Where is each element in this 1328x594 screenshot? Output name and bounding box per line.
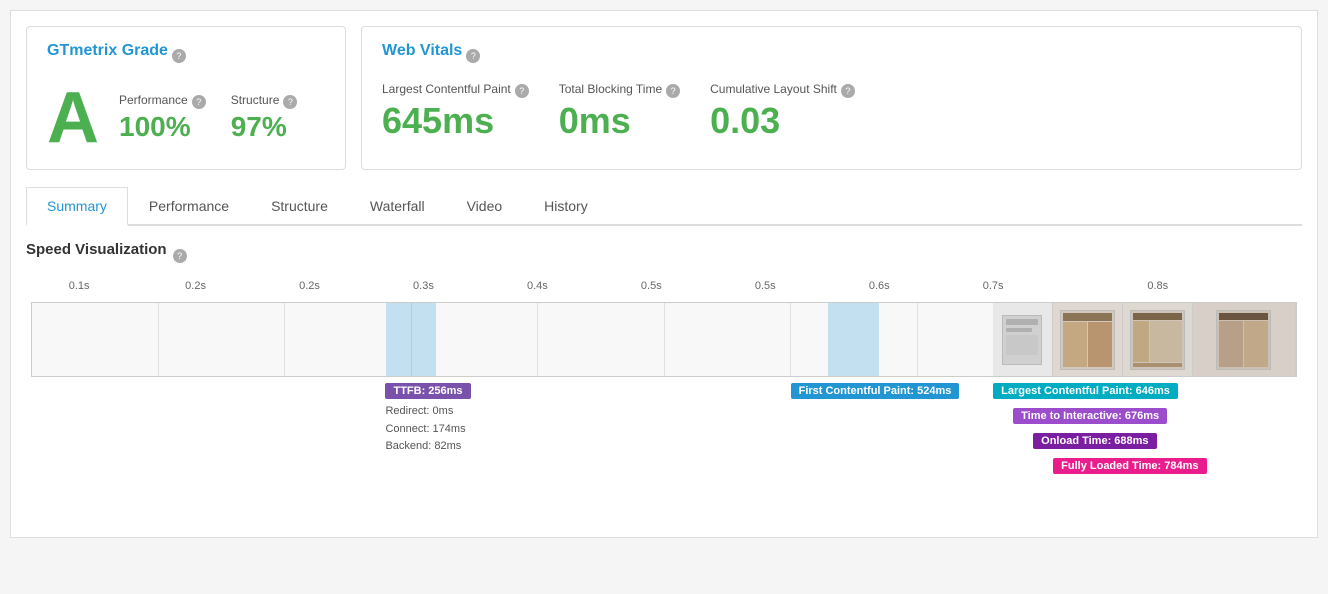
tbt-vital: Total Blocking Time ? 0ms [559,82,680,142]
tab-waterfall[interactable]: Waterfall [349,187,446,226]
performance-value: 100% [119,111,206,143]
structure-metric: Structure ? 97% [231,93,298,143]
speed-viz-title: Speed Visualization [26,241,167,258]
timeline-label-03: 0.3s [413,280,434,292]
timeline-label-05b: 0.5s [755,280,776,292]
ttfb-annotation: TTFB: 256ms Redirect: 0ms Connect: 174ms… [385,382,470,456]
redirect-detail: Redirect: 0ms [385,403,470,421]
lcp-annotation: Largest Contentful Paint: 646ms [993,382,1178,399]
vitals-help-icon[interactable]: ? [466,49,480,63]
vitals-section: Web Vitals ? Largest Contentful Paint ? … [361,26,1302,170]
fcp-bar [828,303,879,376]
grade-letter: A [47,82,99,154]
lcp-label: Largest Contentful Paint: 646ms [993,383,1178,399]
timeline-track [31,302,1297,377]
tabs-container: Summary Performance Structure Waterfall … [26,185,1302,226]
grade-metrics: Performance ? 100% Structure ? 97% [119,93,297,143]
tbt-help-icon[interactable]: ? [666,84,680,98]
screenshots-area [993,303,1296,376]
cls-vital: Cumulative Layout Shift ? 0.03 [710,82,855,142]
timeline-label-07: 0.7s [983,280,1004,292]
onload-label: Onload Time: 688ms [1033,433,1156,449]
performance-label: Performance [119,93,188,107]
screenshot-thumb-3 [1123,303,1193,376]
vitals-title: Web Vitals [382,42,462,60]
timeline-label-01: 0.1s [69,280,90,292]
timeline-label-04: 0.4s [527,280,548,292]
speed-viz-help-icon[interactable]: ? [173,249,187,263]
grade-title: GTmetrix Grade [47,42,168,60]
timeline-label-08: 0.8s [1147,280,1168,292]
tbt-value: 0ms [559,100,680,142]
backend-detail: Backend: 82ms [385,438,470,456]
fcp-annotation: First Contentful Paint: 524ms [791,382,960,399]
tti-annotation: Time to Interactive: 676ms [993,407,1167,424]
fcp-label: First Contentful Paint: 524ms [791,383,960,399]
grade-box: A Performance ? 100% Structure [47,82,297,154]
lcp-help-icon[interactable]: ? [515,84,529,98]
top-section: GTmetrix Grade ? A Performance ? 100% [26,26,1302,170]
lcp-vital: Largest Contentful Paint ? 645ms [382,82,529,142]
timeline-label-05a: 0.5s [641,280,662,292]
speed-viz-section: Speed Visualization ? 0.1s 0.2s 0.2s 0.3… [26,241,1302,522]
screenshot-thumb-1 [993,303,1053,376]
structure-value: 97% [231,111,298,143]
tab-summary[interactable]: Summary [26,187,128,226]
timeline-container: 0.1s 0.2s 0.2s 0.3s 0.4s 0.5s 0.5s 0.6s … [26,280,1302,522]
screenshot-thumb-2 [1053,303,1123,376]
main-container: GTmetrix Grade ? A Performance ? 100% [10,10,1318,538]
ttfb-details: Redirect: 0ms Connect: 174ms Backend: 82… [385,403,470,456]
tti-label: Time to Interactive: 676ms [1013,408,1167,424]
timeline-label-02a: 0.2s [185,280,206,292]
tab-video[interactable]: Video [446,187,524,226]
tab-performance[interactable]: Performance [128,187,250,226]
cls-help-icon[interactable]: ? [841,84,855,98]
ttfb-label: TTFB: 256ms [385,383,470,399]
vitals-grid: Largest Contentful Paint ? 645ms Total B… [382,82,1281,142]
lcp-label: Largest Contentful Paint [382,82,511,96]
cls-label: Cumulative Layout Shift [710,82,837,96]
grade-section: GTmetrix Grade ? A Performance ? 100% [26,26,346,170]
grade-help-icon[interactable]: ? [172,49,186,63]
tab-history[interactable]: History [523,187,609,226]
structure-label: Structure [231,93,280,107]
onload-annotation: Onload Time: 688ms [993,432,1156,449]
structure-help-icon[interactable]: ? [283,95,297,109]
fully-loaded-annotation: Fully Loaded Time: 784ms [993,457,1206,474]
tbt-label: Total Blocking Time [559,82,662,96]
performance-metric: Performance ? 100% [119,93,206,143]
connect-detail: Connect: 174ms [385,421,470,439]
ttfb-bar [386,303,437,376]
timeline-label-02b: 0.2s [299,280,320,292]
timeline-label-06: 0.6s [869,280,890,292]
tab-structure[interactable]: Structure [250,187,349,226]
screenshot-thumb-4 [1193,303,1296,376]
performance-help-icon[interactable]: ? [192,95,206,109]
lcp-value: 645ms [382,100,529,142]
annotations-container: TTFB: 256ms Redirect: 0ms Connect: 174ms… [31,382,1297,522]
cls-value: 0.03 [710,100,855,142]
fully-loaded-label: Fully Loaded Time: 784ms [1053,458,1206,474]
